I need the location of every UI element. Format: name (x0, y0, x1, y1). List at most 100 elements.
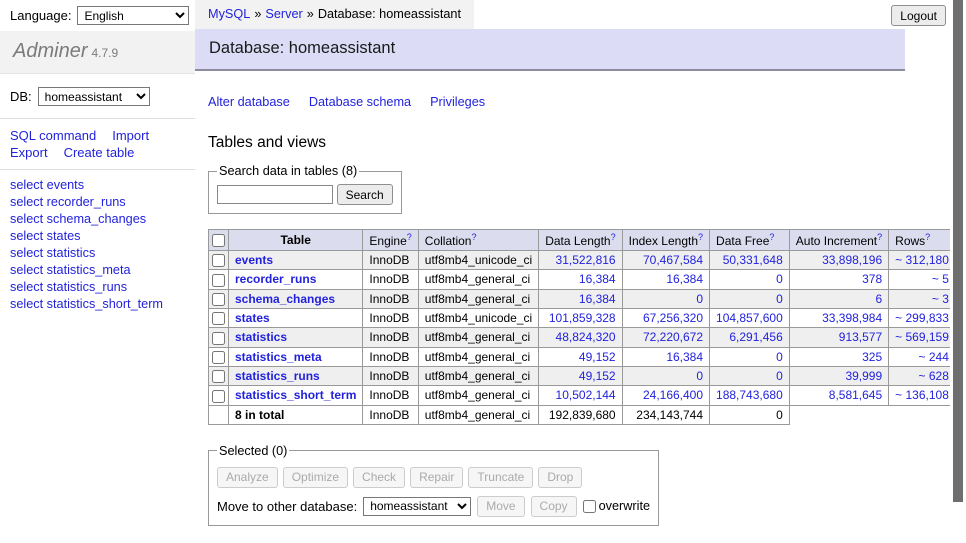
help-icon[interactable]: ? (698, 232, 703, 242)
table-link-recorder_runs[interactable]: recorder_runs (235, 272, 316, 286)
data-length-link[interactable]: 31,522,816 (556, 253, 616, 267)
menu-link-create-table[interactable]: Create table (64, 145, 135, 160)
scrollbar-thumb[interactable] (953, 0, 963, 502)
index-length-link[interactable]: 67,256,320 (643, 311, 703, 325)
data-length-link[interactable]: 49,152 (579, 369, 616, 383)
data-length-link[interactable]: 101,859,328 (549, 311, 616, 325)
index-length-link[interactable]: 0 (696, 292, 703, 306)
auto-increment-link[interactable]: 378 (862, 272, 882, 286)
row-checkbox[interactable] (212, 370, 225, 383)
data-length-link[interactable]: 10,502,144 (556, 388, 616, 402)
menu-link-export[interactable]: Export (10, 145, 48, 160)
data-free-link[interactable]: 0 (776, 272, 783, 286)
data-free-link[interactable]: 6,291,456 (729, 330, 782, 344)
row-checkbox[interactable] (212, 312, 225, 325)
data-free-link[interactable]: 50,331,648 (723, 253, 783, 267)
rows-link[interactable]: ~ 3 (932, 292, 949, 306)
row-checkbox[interactable] (212, 274, 225, 287)
index-length-link[interactable]: 24,166,400 (643, 388, 703, 402)
auto-increment-link[interactable]: 325 (862, 350, 882, 364)
rows-link[interactable]: ~ 569,159 (895, 330, 949, 344)
auto-increment-link[interactable]: 913,577 (839, 330, 882, 344)
auto-increment-link[interactable]: 39,999 (845, 369, 882, 383)
sidebar-select-statistics_runs[interactable]: select statistics_runs (10, 280, 195, 295)
move-button[interactable]: Move (477, 496, 524, 517)
drop-button[interactable]: Drop (538, 467, 582, 488)
auto-increment-link[interactable]: 33,898,196 (822, 253, 882, 267)
search-button[interactable]: Search (337, 184, 393, 205)
rows-link[interactable]: ~ 244 (919, 350, 949, 364)
data-length-link[interactable]: 16,384 (579, 272, 616, 286)
rows-link[interactable]: ~ 312,180 (895, 253, 949, 267)
sidebar-select-statistics_short_term[interactable]: select statistics_short_term (10, 297, 195, 312)
logout-button[interactable]: Logout (891, 5, 946, 26)
table-link-states[interactable]: states (235, 311, 270, 325)
link-privileges[interactable]: Privileges (430, 95, 485, 109)
menu-link-sql-command[interactable]: SQL command (10, 128, 96, 143)
help-icon[interactable]: ? (407, 232, 412, 242)
breadcrumb-link[interactable]: MySQL (208, 7, 250, 21)
row-checkbox[interactable] (212, 351, 225, 364)
sidebar-select-recorder_runs[interactable]: select recorder_runs (10, 195, 195, 210)
data-length-link[interactable]: 16,384 (579, 292, 616, 306)
auto-increment-link[interactable]: 6 (875, 292, 882, 306)
adminer-brand-link[interactable]: Adminer (13, 40, 87, 62)
row-checkbox[interactable] (212, 390, 225, 403)
sidebar-select-statistics[interactable]: select statistics (10, 246, 195, 261)
help-icon[interactable]: ? (769, 232, 774, 242)
table-link-statistics_runs[interactable]: statistics_runs (235, 369, 320, 383)
data-length-link[interactable]: 48,824,320 (556, 330, 616, 344)
sidebar-select-statistics_meta[interactable]: select statistics_meta (10, 263, 195, 278)
repair-button[interactable]: Repair (410, 467, 463, 488)
data-length-link[interactable]: 49,152 (579, 350, 616, 364)
select-all-checkbox[interactable] (212, 234, 225, 247)
breadcrumb-link[interactable]: Server (265, 7, 302, 21)
auto-increment-link[interactable]: 8,581,645 (829, 388, 882, 402)
auto-increment-link[interactable]: 33,398,984 (822, 311, 882, 325)
data-free-link[interactable]: 0 (776, 292, 783, 306)
move-database-select[interactable]: homeassistant (363, 497, 471, 516)
table-link-schema_changes[interactable]: schema_changes (235, 292, 335, 306)
help-icon[interactable]: ? (925, 232, 930, 242)
row-checkbox[interactable] (212, 293, 225, 306)
vertical-scrollbar[interactable] (950, 0, 966, 543)
help-icon[interactable]: ? (877, 232, 882, 242)
data-free-link[interactable]: 188,743,680 (716, 388, 783, 402)
analyze-button[interactable]: Analyze (217, 467, 278, 488)
rows-link[interactable]: ~ 628 (919, 369, 949, 383)
sidebar-select-schema_changes[interactable]: select schema_changes (10, 212, 195, 227)
index-length-link[interactable]: 72,220,672 (643, 330, 703, 344)
table-link-events[interactable]: events (235, 253, 273, 267)
sidebar-select-states[interactable]: select states (10, 229, 195, 244)
optimize-button[interactable]: Optimize (283, 467, 348, 488)
menu-link-import[interactable]: Import (112, 128, 149, 143)
copy-button[interactable]: Copy (531, 496, 577, 517)
truncate-button[interactable]: Truncate (468, 467, 533, 488)
check-button[interactable]: Check (353, 467, 405, 488)
row-checkbox[interactable] (212, 332, 225, 345)
search-input[interactable] (217, 185, 333, 204)
table-link-statistics_meta[interactable]: statistics_meta (235, 350, 322, 364)
rows-link[interactable]: ~ 299,833 (895, 311, 949, 325)
language-select[interactable]: English (77, 6, 189, 25)
row-checkbox[interactable] (212, 254, 225, 267)
data-free-link[interactable]: 104,857,600 (716, 311, 783, 325)
link-alter-database[interactable]: Alter database (208, 95, 290, 109)
index-length-link[interactable]: 16,384 (666, 350, 703, 364)
overwrite-checkbox[interactable] (583, 500, 596, 513)
index-length-link[interactable]: 16,384 (666, 272, 703, 286)
data-free-link[interactable]: 0 (776, 369, 783, 383)
index-length-link[interactable]: 0 (696, 369, 703, 383)
table-link-statistics_short_term[interactable]: statistics_short_term (235, 388, 356, 402)
rows-link[interactable]: ~ 5 (932, 272, 949, 286)
help-icon[interactable]: ? (611, 232, 616, 242)
data-free-link[interactable]: 0 (776, 350, 783, 364)
index-length-link[interactable]: 70,467,584 (643, 253, 703, 267)
sidebar-select-events[interactable]: select events (10, 178, 195, 193)
help-icon[interactable]: ? (471, 232, 476, 242)
table-link-statistics[interactable]: statistics (235, 330, 287, 344)
link-database-schema[interactable]: Database schema (309, 95, 411, 109)
db-select[interactable]: homeassistant (38, 87, 150, 106)
rows-link[interactable]: ~ 136,108 (895, 388, 949, 402)
column-header-auto-increment: Auto Increment? (789, 230, 888, 251)
